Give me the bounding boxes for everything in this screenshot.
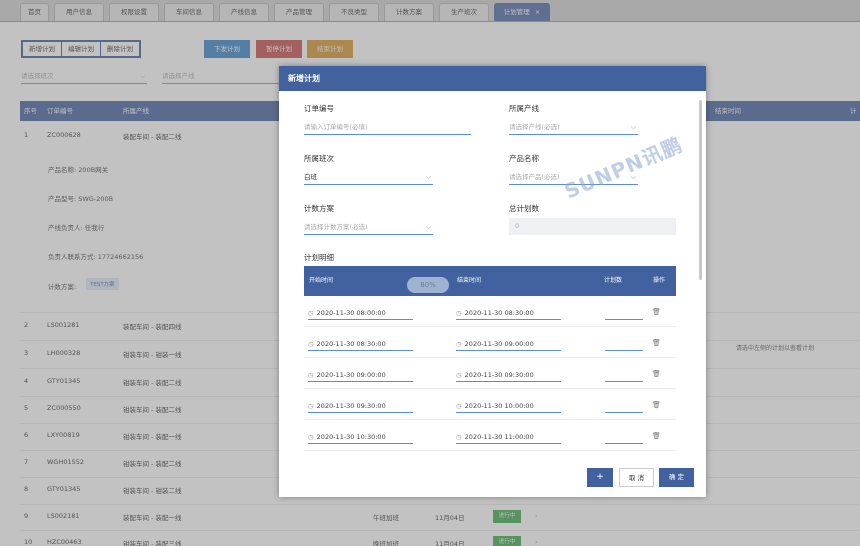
shift-select[interactable]: 白班 ⌵ (304, 169, 433, 185)
add-row-button[interactable]: + (587, 468, 613, 487)
clock-icon: ◷ (308, 433, 314, 441)
start-time-value: 2020-11-30 10:30:00 (316, 433, 386, 441)
trash-icon[interactable]: 🗑 (652, 401, 661, 409)
plan-count-input[interactable] (605, 337, 643, 351)
start-time-input[interactable]: ◷ 2020-11-30 09:30:00 (308, 399, 413, 413)
chevron-down-icon: ⌵ (425, 223, 431, 231)
clock-icon: ◷ (308, 402, 314, 410)
start-time-input[interactable]: ◷ 2020-11-30 10:30:00 (308, 430, 413, 444)
plan-count-input[interactable] (605, 430, 643, 444)
trash-icon[interactable]: 🗑 (652, 432, 661, 440)
confirm-button[interactable]: 确 定 (659, 468, 694, 487)
end-time-input[interactable]: ◷ 2020-11-30 09:00:00 (456, 337, 561, 351)
clock-icon: ◷ (456, 309, 462, 317)
end-time-input[interactable]: ◷ 2020-11-30 10:00:00 (456, 399, 561, 413)
col-operation: 操作 (653, 277, 666, 284)
total-label: 总计划数 (509, 204, 539, 213)
dialog-title: 新增计划 (279, 66, 706, 91)
order-placeholder: 请输入订单编号(必填) (304, 123, 368, 131)
scheme-placeholder: 请选择计数方案(必选) (304, 223, 368, 231)
clock-icon: ◷ (308, 309, 314, 317)
shift-value: 白班 (304, 173, 317, 181)
scheme-select[interactable]: 请选择计数方案(必选) ⌵ (304, 219, 433, 235)
end-time-value: 2020-11-30 09:30:00 (464, 371, 534, 379)
col-end-time: 结束时间 (457, 277, 482, 284)
start-time-value: 2020-11-30 09:30:00 (316, 402, 386, 410)
new-plan-dialog: 新增计划 订单编号 请输入订单编号(必填) 所属产线 请选择产线(必选) ⌵ 所属… (279, 66, 706, 497)
trash-icon[interactable]: 🗑 (652, 339, 661, 347)
product-label: 产品名称 (509, 154, 539, 163)
order-label: 订单编号 (304, 104, 334, 113)
zoom-indicator: 80% (407, 277, 449, 293)
end-time-input[interactable]: ◷ 2020-11-30 11:00:00 (456, 430, 561, 444)
col-count: 计划数 (604, 277, 623, 284)
detail-row: ◷ 2020-11-30 09:30:00 ◷ 2020-11-30 10:00:0… (304, 389, 676, 420)
detail-table-header: 开始时间 结束时间 计划数 操作 (304, 266, 676, 296)
end-time-value: 2020-11-30 11:00:00 (464, 433, 534, 441)
cancel-button[interactable]: 取 消 (619, 468, 654, 487)
detail-row: ◷ 2020-11-30 08:30:00 ◷ 2020-11-30 09:00:0… (304, 327, 676, 358)
total-value: 0 (515, 222, 520, 230)
total-plan-field: 0 (509, 218, 676, 235)
line-placeholder: 请选择产线(必选) (509, 123, 560, 131)
col-start-time: 开始时间 (309, 277, 334, 284)
detail-row: ◷ 2020-11-30 09:00:00 ◷ 2020-11-30 09:30:0… (304, 358, 676, 389)
clock-icon: ◷ (456, 402, 462, 410)
clock-icon: ◷ (308, 340, 314, 348)
scheme-label: 计数方案 (304, 204, 334, 213)
line-select[interactable]: 请选择产线(必选) ⌵ (509, 119, 638, 135)
shift-label: 所属班次 (304, 154, 334, 163)
plan-count-input[interactable] (605, 399, 643, 413)
trash-icon[interactable]: 🗑 (652, 370, 661, 378)
clock-icon: ◷ (456, 371, 462, 379)
start-time-value: 2020-11-30 08:30:00 (316, 340, 386, 348)
chevron-down-icon: ⌵ (425, 173, 431, 181)
start-time-value: 2020-11-30 08:00:00 (316, 309, 386, 317)
end-time-value: 2020-11-30 10:00:00 (464, 402, 534, 410)
plan-count-input[interactable] (605, 368, 643, 382)
product-placeholder: 请选择产品(必选) (509, 173, 560, 181)
start-time-input[interactable]: ◷ 2020-11-30 09:00:00 (308, 368, 413, 382)
end-time-input[interactable]: ◷ 2020-11-30 08:30:00 (456, 306, 561, 320)
detail-row: ◷ 2020-11-30 10:30:00 ◷ 2020-11-30 11:00:0… (304, 420, 676, 451)
clock-icon: ◷ (456, 433, 462, 441)
chevron-down-icon: ⌵ (630, 123, 636, 131)
start-time-input[interactable]: ◷ 2020-11-30 08:00:00 (308, 306, 413, 320)
line-label: 所属产线 (509, 104, 539, 113)
dialog-scrollbar[interactable] (699, 100, 702, 280)
start-time-value: 2020-11-30 09:00:00 (316, 371, 386, 379)
end-time-value: 2020-11-30 09:00:00 (464, 340, 534, 348)
clock-icon: ◷ (308, 371, 314, 379)
detail-label: 计划明细 (304, 253, 334, 262)
order-number-input[interactable]: 请输入订单编号(必填) (304, 119, 471, 135)
end-time-value: 2020-11-30 08:30:00 (464, 309, 534, 317)
trash-icon[interactable]: 🗑 (652, 308, 661, 316)
start-time-input[interactable]: ◷ 2020-11-30 08:30:00 (308, 337, 413, 351)
plan-count-input[interactable] (605, 306, 643, 320)
end-time-input[interactable]: ◷ 2020-11-30 09:30:00 (456, 368, 561, 382)
detail-row: ◷ 2020-11-30 08:00:00 ◷ 2020-11-30 08:30:0… (304, 296, 676, 327)
clock-icon: ◷ (456, 340, 462, 348)
